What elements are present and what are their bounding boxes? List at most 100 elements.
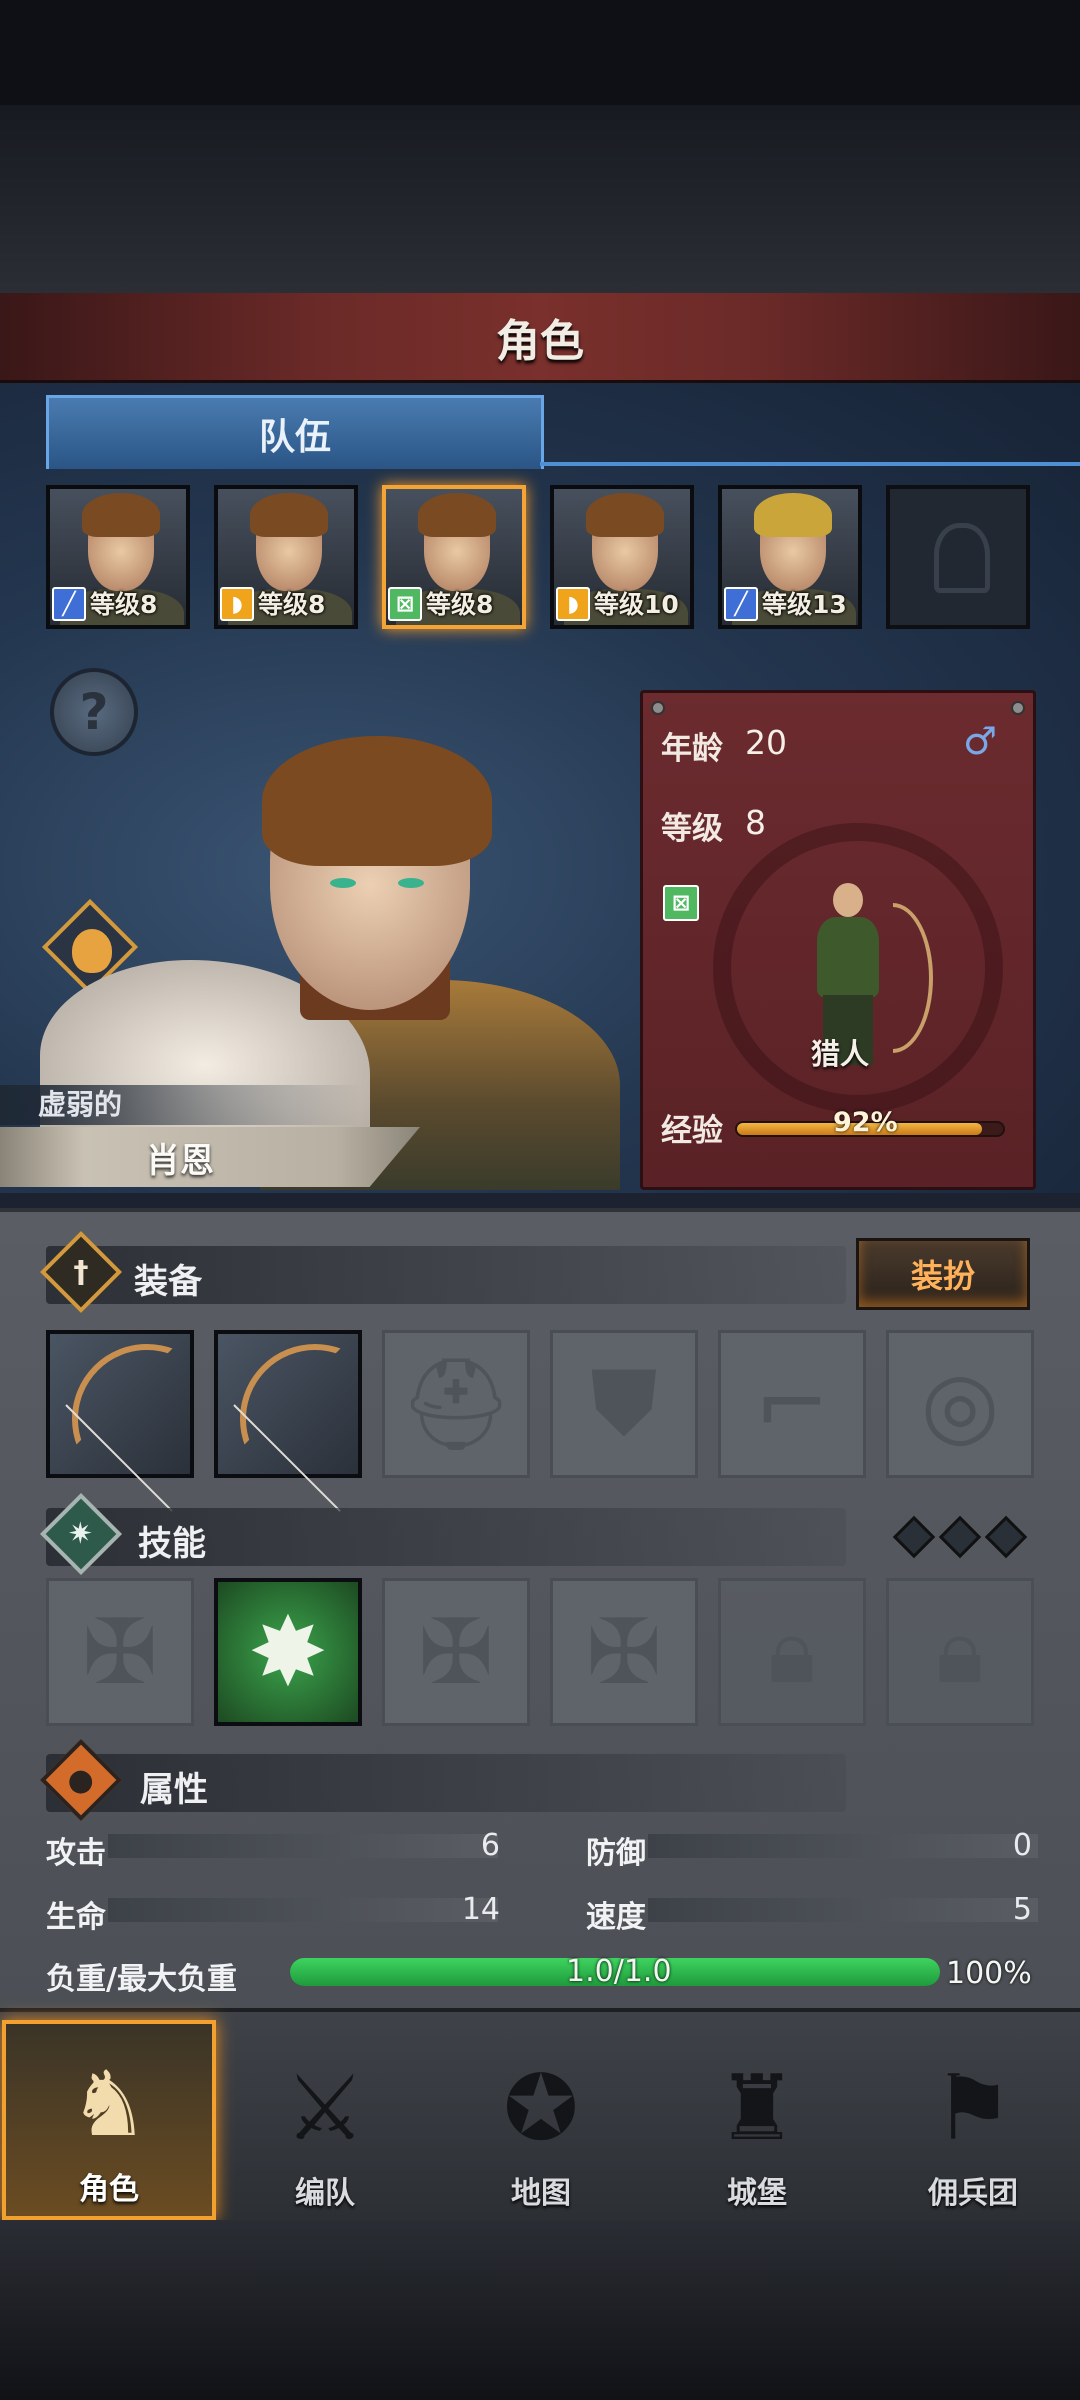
empty-helmet-icon: [934, 523, 990, 593]
defense-label: 防御: [586, 1836, 646, 1871]
skill-slot-3[interactable]: ✠: [382, 1578, 530, 1726]
chest-armor-icon: ⛊: [590, 1351, 658, 1456]
member-level: 等级8: [90, 590, 158, 619]
attack-label: 攻击: [46, 1836, 106, 1871]
equip-slot-armor[interactable]: ⛊: [550, 1330, 698, 1478]
nav-castle[interactable]: ♜ 城堡: [650, 2020, 864, 2220]
cross-icon: ✠: [418, 1599, 494, 1705]
dress-up-button[interactable]: 装扮: [856, 1238, 1030, 1310]
hp-label: 生命: [46, 1900, 106, 1935]
sword-icon: ╱: [52, 587, 86, 621]
rivet: [651, 701, 665, 715]
knight-icon: ♞: [68, 2051, 150, 2157]
game-screen: 角色 队伍 ╱ 等级8 ◗ 等级8 ⊠ 等级8 ◗ 等级10 ╱ 等级13 ? …: [0, 0, 1080, 2400]
nav-label: 角色: [79, 2172, 139, 2207]
cross-icon: ✠: [82, 1599, 158, 1705]
equip-slot-ring[interactable]: ◎: [886, 1330, 1034, 1478]
skill-slot-4[interactable]: ✠: [550, 1578, 698, 1726]
defense-value: 0: [1012, 1828, 1032, 1863]
sword-icon: ╱: [724, 587, 758, 621]
arrow-burst-skill-icon: ✸: [247, 1596, 329, 1708]
formation-icon: ⚔: [284, 2055, 366, 2161]
lock-icon: 🔒︎: [768, 1599, 816, 1704]
exp-label: 经验: [661, 1113, 723, 1149]
tab-team-label: 队伍: [258, 416, 331, 458]
rivet: [1011, 701, 1025, 715]
help-button[interactable]: ?: [50, 668, 138, 756]
team-member-3[interactable]: ⊠ 等级8: [382, 485, 526, 629]
age-value: 20: [745, 723, 787, 762]
skill-slot-1[interactable]: ✠: [46, 1578, 194, 1726]
question-icon: ?: [79, 683, 109, 741]
attack-value: 6: [480, 1828, 500, 1863]
bow-icon: ⊠: [663, 885, 699, 921]
bottom-shade: [0, 2220, 1080, 2400]
portrait-hair: [82, 493, 160, 537]
shield-icon: ◗: [220, 587, 254, 621]
skill-slot-2[interactable]: ✸: [214, 1578, 362, 1726]
attributes-title: 属性: [140, 1770, 208, 1810]
compass-map-icon: ✪: [503, 2055, 579, 2161]
nav-label: 城堡: [727, 2176, 787, 2211]
header-shade: [0, 105, 1080, 295]
shield-icon: ◗: [556, 587, 590, 621]
nav-mercenaries[interactable]: ⚑ 佣兵团: [866, 2020, 1080, 2220]
ring-icon: ◎: [920, 1351, 1000, 1457]
skill-slot-locked-2[interactable]: 🔒︎: [886, 1578, 1034, 1726]
character-name: 肖恩: [146, 1140, 214, 1181]
male-icon: ♂: [963, 719, 998, 763]
portrait-hair: [250, 493, 328, 537]
speed-label: 速度: [586, 1900, 646, 1935]
nav-formation[interactable]: ⚔ 编队: [218, 2020, 432, 2220]
nav-label: 编队: [295, 2176, 355, 2211]
equipment-title: 装备: [134, 1262, 202, 1302]
status-tag: 虚弱的: [0, 1085, 360, 1125]
load-value: 1.0/1.0: [566, 1954, 672, 1989]
exp-percent: 92%: [833, 1107, 898, 1138]
member-level: 等级10: [594, 590, 679, 619]
hunter-head: [833, 883, 863, 917]
team-member-4[interactable]: ◗ 等级10: [550, 485, 694, 629]
mercenary-banner-icon: ⚑: [932, 2055, 1014, 2161]
cross-icon: ✠: [586, 1599, 662, 1705]
hero-hair: [262, 736, 492, 866]
equip-slot-boots[interactable]: ⌐: [718, 1330, 866, 1478]
member-level: 等级8: [258, 590, 326, 619]
level-value: 8: [745, 803, 766, 842]
skill-slot-locked-1[interactable]: 🔒︎: [718, 1578, 866, 1726]
team-member-1[interactable]: ╱ 等级8: [46, 485, 190, 629]
hunter-body: [817, 917, 879, 997]
nav-label: 佣兵团: [928, 2176, 1018, 2211]
portrait-hair: [418, 493, 496, 537]
age-label: 年龄: [661, 731, 723, 767]
bottom-nav: ♞ 角色 ⚔ 编队 ✪ 地图 ♜ 城堡 ⚑ 佣兵团: [0, 2008, 1080, 2220]
skills-title: 技能: [138, 1524, 206, 1564]
level-label: 等级: [661, 811, 723, 847]
portrait-hair: [754, 493, 832, 537]
name-banner: 肖恩: [0, 1127, 420, 1187]
team-slot-empty[interactable]: [886, 485, 1030, 629]
potion-icon: [72, 929, 112, 973]
equip-slot-weapon-1[interactable]: [46, 1330, 194, 1512]
character-info-card: 年龄 20 ♂ 等级 8 ⊠ 猎人 经验 92%: [640, 690, 1036, 1190]
tab-team[interactable]: 队伍: [46, 395, 544, 469]
nav-label: 地图: [511, 2176, 571, 2211]
portrait-hair: [586, 493, 664, 537]
boots-icon: ⌐: [754, 1351, 830, 1457]
member-level: 等级13: [762, 590, 847, 619]
load-percent: 100%: [946, 1956, 1032, 1991]
team-member-5[interactable]: ╱ 等级13: [718, 485, 862, 629]
hp-value: 14: [461, 1892, 500, 1927]
nav-map[interactable]: ✪ 地图: [434, 2020, 648, 2220]
equip-slot-weapon-2[interactable]: [214, 1330, 362, 1512]
class-name: 猎人: [811, 1037, 870, 1071]
title-bar: 角色: [0, 293, 1080, 383]
hero-eye: [398, 878, 424, 888]
nav-character[interactable]: ♞ 角色: [2, 2020, 216, 2220]
load-label: 负重/最大负重: [46, 1962, 237, 1997]
team-member-2[interactable]: ◗ 等级8: [214, 485, 358, 629]
lock-icon: 🔒︎: [936, 1599, 984, 1704]
page-title: 角色: [496, 315, 584, 367]
equip-slot-helmet[interactable]: ⛑: [382, 1330, 530, 1478]
member-level: 等级8: [426, 590, 494, 619]
